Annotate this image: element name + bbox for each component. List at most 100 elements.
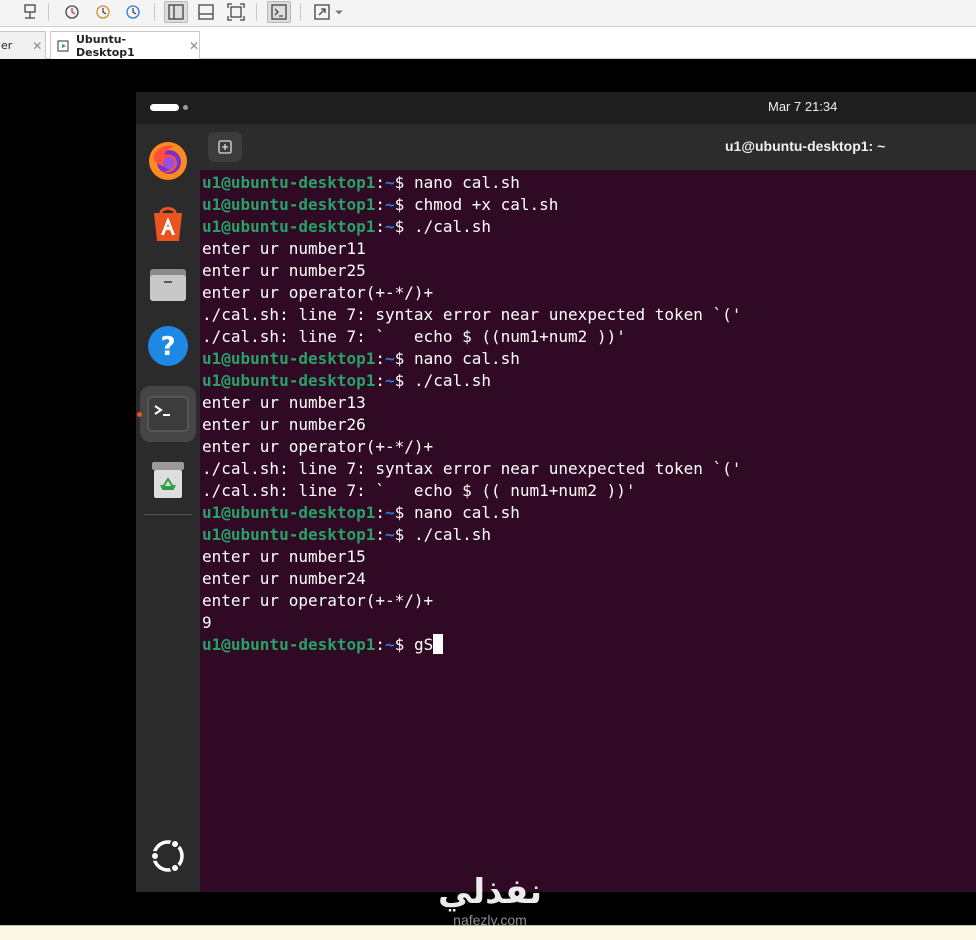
console-view-icon[interactable] [164,1,188,23]
prompt-symbol: $ [394,217,414,236]
command-text: ./cal.sh [413,371,491,390]
files-icon [150,269,186,301]
vm-tab-ubuntu-desktop1[interactable]: Ubuntu-Desktop1 ✕ [50,31,200,59]
prompt-user: u1@ubuntu-desktop1 [202,217,376,236]
prompt-user: u1@ubuntu-desktop1 [202,503,376,522]
terminal-output[interactable]: u1@ubuntu-desktop1:~$ nano cal.sh u1@ubun… [202,172,972,888]
prompt-separator: : [375,217,386,236]
dock-item-firefox[interactable] [140,132,196,188]
command-text: nano cal.sh [413,349,520,368]
output-line: ./cal.sh: line 7: syntax error near unex… [202,459,742,478]
prompt-path: ~ [385,173,395,192]
prompt-separator: : [375,173,386,192]
prompt-line: u1@ubuntu-desktop1:~$ nano cal.sh [202,348,972,370]
dock-item-terminal[interactable] [140,386,196,442]
output-line: enter ur number13 [202,393,366,412]
trash-icon [152,462,184,498]
chevron-down-icon[interactable] [332,1,346,23]
terminal-header-bar[interactable]: u1@ubuntu-desktop1: ~ [200,124,976,170]
unity-view-icon[interactable] [194,1,218,23]
new-tab-icon [218,140,232,154]
app-center-icon [154,207,182,241]
prompt-user: u1@ubuntu-desktop1 [202,195,376,214]
prompt-path: ~ [385,195,395,214]
prompt-user: u1@ubuntu-desktop1 [202,635,376,654]
vm-tab-previous[interactable]: er ✕ [0,31,46,59]
command-text: nano cal.sh [413,173,520,192]
terminal-title: u1@ubuntu-desktop1: ~ [725,138,886,154]
prompt-path: ~ [385,371,395,390]
vm-toolbar [0,0,976,27]
prompt-line: u1@ubuntu-desktop1:~$ ./cal.sh [202,524,972,546]
prompt-separator: : [375,635,386,654]
svg-text:?: ? [160,332,175,362]
output-line: enter ur number24 [202,569,366,588]
prompt-path: ~ [385,349,395,368]
vm-tab-label: Ubuntu-Desktop1 [76,32,135,59]
watermark-latin: nafezly.com [453,912,527,928]
output-line: 9 [202,613,212,632]
prompt-line: u1@ubuntu-desktop1:~$ ./cal.sh [202,370,972,392]
snapshot-icon[interactable] [60,1,84,23]
prompt-path: ~ [385,503,395,522]
revert-snapshot-icon[interactable] [91,1,115,23]
prompt-user: u1@ubuntu-desktop1 [202,349,376,368]
stretch-guest-icon[interactable] [310,1,334,23]
command-text: ./cal.sh [413,525,491,544]
fullscreen-icon[interactable] [224,1,248,23]
vm-icon [57,39,71,53]
prompt-symbol: $ [394,525,414,544]
dock-item-files[interactable] [140,256,196,312]
dock: ? [136,124,200,892]
prompt-user: u1@ubuntu-desktop1 [202,525,376,544]
dock-item-trash[interactable] [140,452,196,508]
dock-item-help[interactable]: ? [140,318,196,374]
running-indicator [137,412,142,417]
snapshot-manager-icon[interactable] [121,1,145,23]
output-line: enter ur number25 [202,261,366,280]
output-line: enter ur number15 [202,547,366,566]
network-icon[interactable] [18,1,42,23]
prompt-symbol: $ [394,635,414,654]
ubuntu-logo-icon [150,839,184,873]
prompt-separator: : [375,525,386,544]
workspace-indicator [183,105,188,110]
prompt-user: u1@ubuntu-desktop1 [202,173,376,192]
command-text: gS [413,635,434,654]
output-line: enter ur number26 [202,415,366,434]
prompt-line: u1@ubuntu-desktop1:~$ nano cal.sh [202,502,972,524]
prompt-symbol: $ [394,349,414,368]
prompt-symbol: $ [394,173,414,192]
activities-button[interactable] [150,104,188,111]
terminal-console-icon[interactable] [267,1,291,23]
output-line: enter ur number11 [202,239,366,258]
prompt-line: u1@ubuntu-desktop1:~$ chmod +x cal.sh [202,194,972,216]
terminal-window[interactable]: u1@ubuntu-desktop1: ~ u1@ubuntu-desktop1… [200,124,976,892]
prompt-line: u1@ubuntu-desktop1:~$ gS [202,634,972,656]
text-cursor [433,634,444,654]
command-text: chmod +x cal.sh [413,195,559,214]
workspace-indicator-active [150,104,179,111]
clock[interactable]: Mar 7 21:34 [768,99,837,114]
prompt-path: ~ [385,217,395,236]
new-tab-button[interactable] [208,132,242,162]
dock-item-app-center[interactable] [140,194,196,250]
output-line: ./cal.sh: line 7: ` echo $ (( num1+num2 … [202,481,636,500]
dock-separator [144,514,192,515]
prompt-line: u1@ubuntu-desktop1:~$ ./cal.sh [202,216,972,238]
prompt-symbol: $ [394,195,414,214]
close-icon[interactable]: ✕ [32,39,42,53]
dock-item-show-apps[interactable] [140,828,196,884]
prompt-separator: : [375,349,386,368]
prompt-symbol: $ [394,371,414,390]
ubuntu-top-bar: Mar 7 21:34 [136,92,976,124]
prompt-symbol: $ [394,503,414,522]
output-line: ./cal.sh: line 7: syntax error near unex… [202,305,742,324]
prompt-line: u1@ubuntu-desktop1:~$ nano cal.sh [202,172,972,194]
prompt-separator: : [375,503,386,522]
command-text: ./cal.sh [413,217,491,236]
prompt-separator: : [375,195,386,214]
prompt-path: ~ [385,525,395,544]
close-icon[interactable]: ✕ [189,39,199,53]
terminal-icon [147,396,189,432]
